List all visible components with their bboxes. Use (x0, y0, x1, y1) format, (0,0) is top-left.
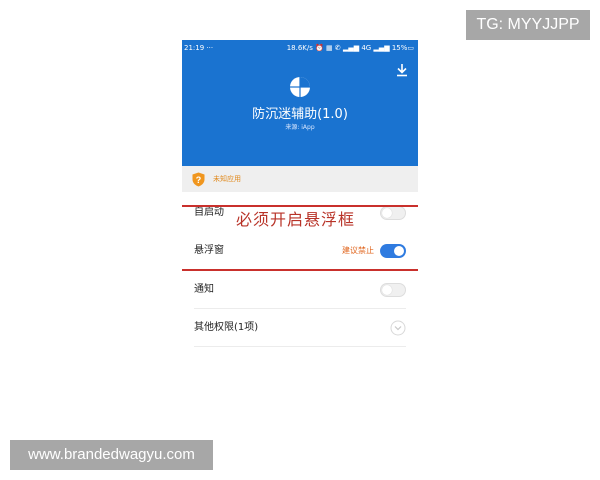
warning-text: 未知应用 (213, 175, 241, 183)
permission-row-floating-window[interactable]: 悬浮窗 建议禁止 (182, 232, 418, 270)
permission-row-other[interactable]: 其他权限(1项) (182, 309, 418, 347)
permission-label: 自启动 (194, 207, 224, 218)
app-source: 来源: iApp (285, 124, 315, 131)
site-watermark: www.brandedwagyu.com (10, 440, 213, 470)
phone-screen: 21:19 ··· 18.6K/s ⏰ ▦ ✆ ▂▄▆ 4G ▂▄▆ 15%▭ … (182, 40, 418, 440)
app-header: 21:19 ··· 18.6K/s ⏰ ▦ ✆ ▂▄▆ 4G ▂▄▆ 15%▭ … (182, 40, 418, 166)
notification-toggle[interactable] (380, 283, 406, 297)
tg-watermark: TG: MYYJJPP (466, 10, 590, 40)
permission-label: 悬浮窗 (194, 245, 224, 256)
row-divider (194, 346, 406, 347)
chevron-down-icon[interactable] (390, 320, 406, 336)
floating-window-toggle[interactable] (380, 244, 406, 258)
shield-warning-icon: ? (192, 172, 205, 187)
app-title: 防沉迷辅助(1.0) (252, 107, 348, 122)
svg-text:?: ? (196, 175, 202, 185)
permission-label: 其他权限(1项) (194, 322, 259, 333)
app-logo-icon (290, 77, 310, 97)
autostart-toggle[interactable] (380, 206, 406, 220)
download-icon[interactable] (394, 62, 410, 78)
status-time: 21:19 ··· (184, 44, 214, 52)
permission-label: 通知 (194, 284, 214, 295)
suggest-disable-note: 建议禁止 (342, 246, 374, 255)
unknown-app-warning: ? 未知应用 (182, 166, 418, 192)
status-indicators: 18.6K/s ⏰ ▦ ✆ ▂▄▆ 4G ▂▄▆ 15%▭ (286, 44, 414, 52)
status-bar: 21:19 ··· 18.6K/s ⏰ ▦ ✆ ▂▄▆ 4G ▂▄▆ 15%▭ (182, 40, 418, 56)
permission-row-notification[interactable]: 通知 (182, 271, 418, 309)
annotation-text: 必须开启悬浮框 (236, 210, 356, 229)
